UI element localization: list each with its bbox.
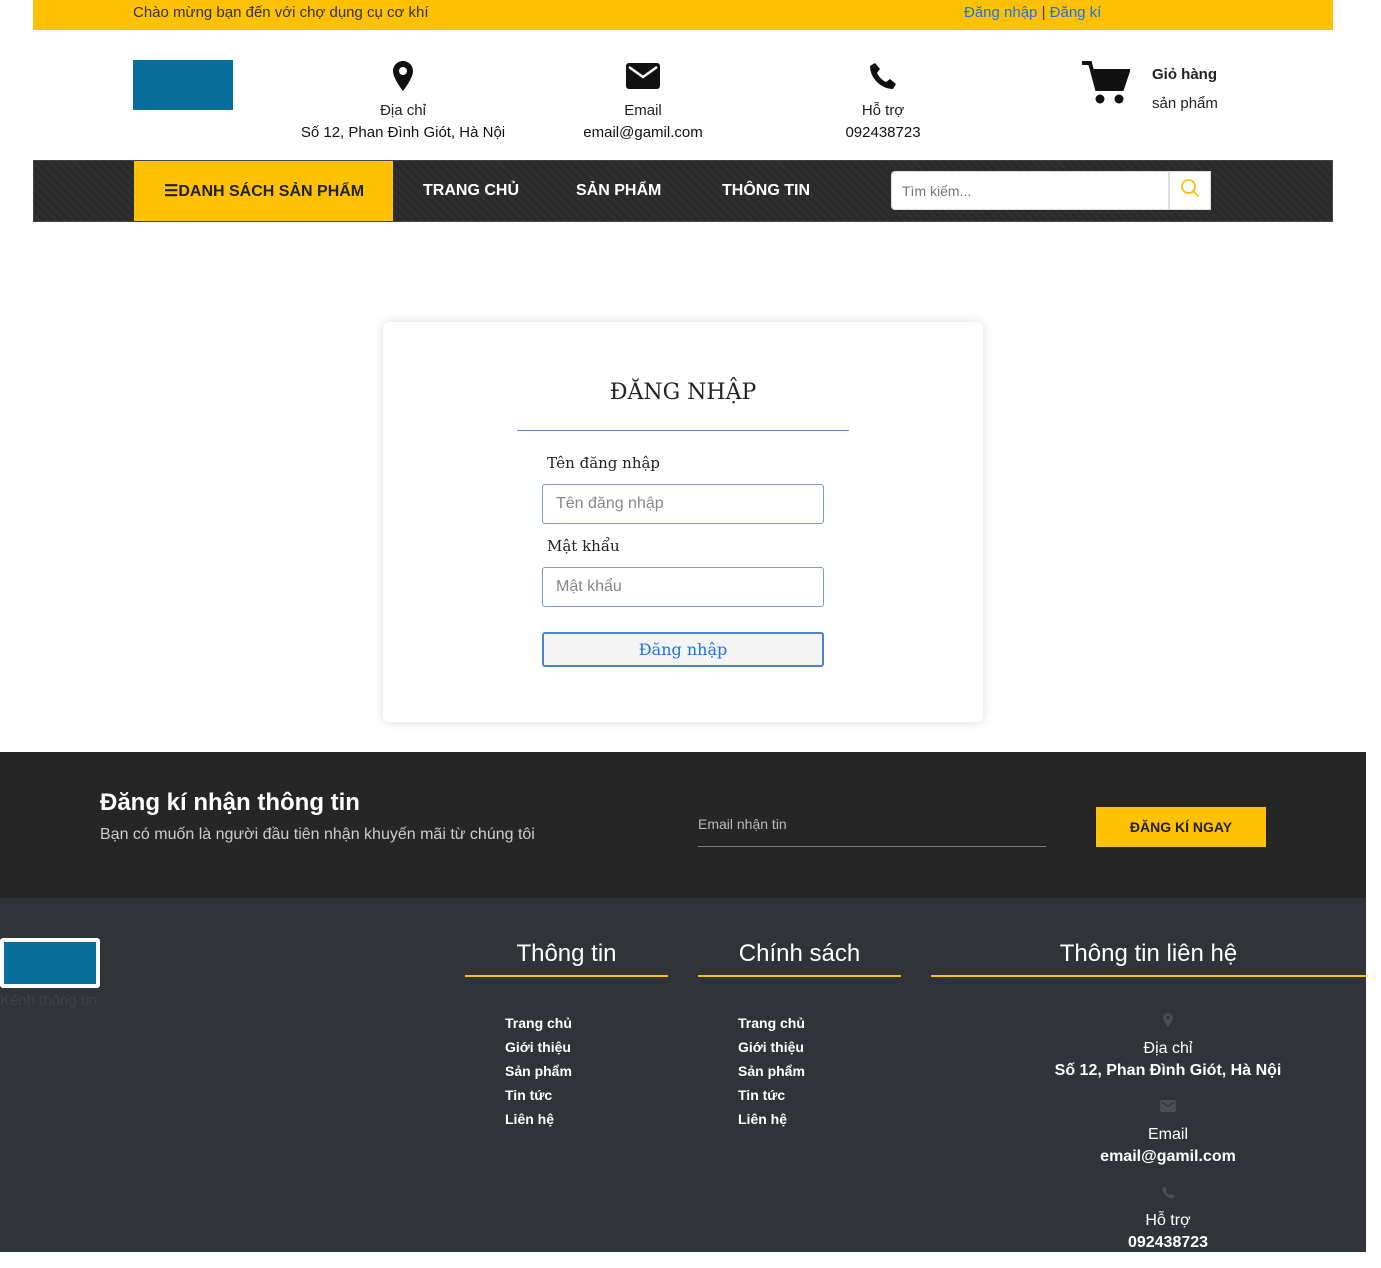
newsletter-subtitle: Bạn có muốn là người đầu tiên nhận khuyế… <box>100 826 535 843</box>
address-label: Địa chỉ <box>380 102 426 119</box>
footer-policy-link-contact[interactable]: Liên hệ <box>738 1107 805 1131</box>
nav-info[interactable]: THÔNG TIN <box>722 161 810 221</box>
login-card: ĐĂNG NHẬP Tên đăng nhập Mật khẩu Đăng nh… <box>383 322 983 722</box>
footer: Kênh thông tin Thông tin Trang chủ Giới … <box>0 898 1366 1252</box>
footer-col-info-title: Thông tin <box>516 940 617 967</box>
support-label: Hỗ trợ <box>861 102 905 119</box>
cart-title: Giỏ hàng <box>1152 66 1217 83</box>
email-label: Email <box>624 102 662 119</box>
footer-address-value: Số 12, Phan Đình Giót, Hà Nội <box>1054 1062 1282 1079</box>
main-nav: ☰DANH SÁCH SẢN PHẨM TRANG CHỦ SẢN PHẨM T… <box>33 160 1333 222</box>
footer-support-label: Hỗ trợ <box>1145 1212 1191 1229</box>
footer-email-value: email@gamil.com <box>1100 1148 1236 1165</box>
newsletter-email-input[interactable]: Email nhận tin <box>698 816 1046 847</box>
footer-phone-icon <box>970 1182 1366 1202</box>
search-input[interactable] <box>891 171 1169 210</box>
support-value: 092438723 <box>845 124 921 141</box>
header-email: Email email@gamil.com <box>513 60 773 144</box>
newsletter-section: Đăng kí nhận thông tin Bạn có muốn là ng… <box>0 752 1366 898</box>
footer-col-contact-title: Thông tin liên hệ <box>1059 940 1238 967</box>
footer-address-label: Địa chỉ <box>1143 1040 1193 1057</box>
footer-envelope-icon <box>970 1096 1366 1116</box>
login-submit-button[interactable]: Đăng nhập <box>542 632 824 667</box>
footer-contact-block: Địa chỉ Số 12, Phan Đình Giót, Hà Nội Em… <box>970 1010 1366 1268</box>
top-bar: Chào mừng bạn đến với chợ dụng cụ cơ khí… <box>33 0 1333 30</box>
auth-separator: | <box>1041 4 1046 21</box>
welcome-text: Chào mừng bạn đến với chợ dụng cụ cơ khí <box>133 4 429 21</box>
newsletter-title: Đăng kí nhận thông tin <box>100 789 360 816</box>
footer-support-value: 092438723 <box>1127 1234 1209 1251</box>
footer-email-label: Email <box>1147 1126 1188 1143</box>
cart[interactable]: Giỏ hàng sản phẩm <box>1082 60 1218 118</box>
footer-map-pin-icon <box>970 1010 1366 1030</box>
phone-icon <box>753 60 1013 92</box>
login-title: ĐĂNG NHẬP <box>609 380 757 405</box>
auth-links: Đăng nhập | Đăng kí <box>964 4 1101 21</box>
footer-col-policy-underline <box>698 975 901 977</box>
cart-subtitle: sản phẩm <box>1152 95 1218 112</box>
search-box <box>891 171 1211 210</box>
footer-col-info-links: Trang chủ Giới thiệu Sản phẩm Tin tức Li… <box>505 1011 572 1131</box>
address-value: Số 12, Phan Đình Giót, Hà Nội <box>300 124 506 141</box>
footer-link-about[interactable]: Giới thiệu <box>505 1035 572 1059</box>
footer-channel-text: Kênh thông tin <box>0 992 97 1009</box>
footer-col-policy-links: Trang chủ Giới thiệu Sản phẩm Tin tức Li… <box>738 1011 805 1131</box>
header-support: Hỗ trợ 092438723 <box>753 60 1013 144</box>
nav-products[interactable]: SẢN PHẨM <box>576 161 661 221</box>
register-link[interactable]: Đăng kí <box>1050 4 1102 21</box>
footer-col-policy-title: Chính sách <box>738 940 861 967</box>
footer-policy-link-news[interactable]: Tin tức <box>738 1083 805 1107</box>
login-link[interactable]: Đăng nhập <box>964 4 1037 21</box>
search-button[interactable] <box>1169 171 1211 210</box>
footer-policy-link-products[interactable]: Sản phẩm <box>738 1059 805 1083</box>
cart-text: Giỏ hàng sản phẩm <box>1152 60 1218 118</box>
nav-home[interactable]: TRANG CHỦ <box>423 161 519 221</box>
category-menu-button[interactable]: ☰DANH SÁCH SẢN PHẨM <box>134 161 393 221</box>
map-pin-icon <box>273 60 533 92</box>
title-divider <box>517 430 849 431</box>
username-label: Tên đăng nhập <box>547 454 661 472</box>
footer-link-home[interactable]: Trang chủ <box>505 1011 572 1035</box>
footer-link-news[interactable]: Tin tức <box>505 1083 572 1107</box>
newsletter-subscribe-button[interactable]: ĐĂNG KÍ NGAY <box>1096 807 1266 847</box>
footer-col-contact-underline <box>931 975 1366 977</box>
password-label: Mật khẩu <box>547 537 620 555</box>
footer-policy-link-home[interactable]: Trang chủ <box>738 1011 805 1035</box>
search-icon <box>1180 178 1200 203</box>
username-input[interactable] <box>542 484 824 524</box>
header-address: Địa chỉ Số 12, Phan Đình Giót, Hà Nội <box>273 60 533 144</box>
footer-col-info-underline <box>465 975 668 977</box>
password-input[interactable] <box>542 567 824 607</box>
footer-link-contact[interactable]: Liên hệ <box>505 1107 572 1131</box>
envelope-icon <box>513 60 773 92</box>
site-logo[interactable] <box>133 60 233 110</box>
cart-icon[interactable] <box>1082 60 1132 108</box>
footer-policy-link-about[interactable]: Giới thiệu <box>738 1035 805 1059</box>
footer-logo[interactable] <box>0 938 100 988</box>
footer-link-products[interactable]: Sản phẩm <box>505 1059 572 1083</box>
email-value: email@gamil.com <box>583 124 703 141</box>
